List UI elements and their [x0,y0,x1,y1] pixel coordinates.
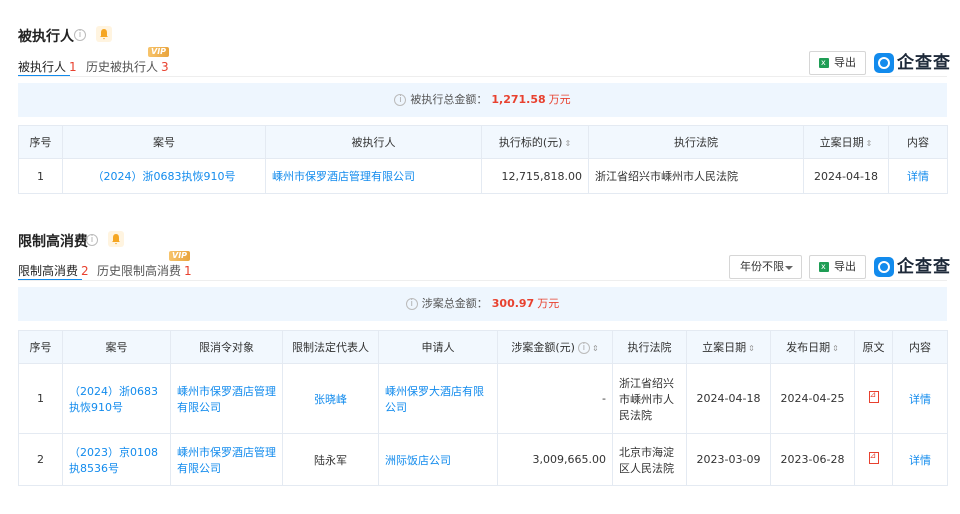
filed-date-cell: 2024-04-18 [686,363,771,434]
legal-rep-link[interactable]: 张晓峰 [282,363,379,434]
pdf-icon[interactable] [868,451,879,464]
amount-cell: - [497,363,613,434]
amount-cell: 3,009,665.00 [497,433,613,486]
detail-link[interactable]: 详情 [892,363,948,434]
info-icon[interactable]: i [86,234,98,246]
col-header: 限消令对象 [170,330,283,364]
vip-badge: VIP [169,251,191,261]
original-doc-cell [854,433,893,486]
case-number-link[interactable]: （2024）浙0683执恢910号 [62,363,171,434]
col-header: 案号 [62,330,171,364]
detail-link[interactable]: 详情 [892,433,948,486]
col-header: 限制法定代表人 [282,330,379,364]
applicant-link[interactable]: 洲际饭店公司 [378,433,498,486]
original-doc-cell [854,363,893,434]
export-button[interactable]: 导出 [809,255,866,279]
col-header: 序号 [18,330,63,364]
published-date-cell: 2024-04-25 [770,363,855,434]
case-number-link[interactable]: （2023）京0108执8536号 [62,433,171,486]
table-row: 1 （2024）浙0683执恢910号 嵊州市保罗酒店管理有限公司 张晓峰 嵊州… [18,363,948,434]
col-header-sortable[interactable]: 发布日期 ⇕ [770,330,855,364]
col-header: 执行法院 [612,330,687,364]
year-filter-dropdown[interactable]: 年份不限 [729,255,802,279]
consumption-restriction-table: 序号 案号 限消令对象 限制法定代表人 申请人 涉案金额(元) i ⇕ 执行法院 立… [18,330,948,486]
sort-icon: ⇕ [832,344,839,353]
col-header: 申请人 [378,330,498,364]
published-date-cell: 2023-06-28 [770,433,855,486]
tab-history-consumption-restriction[interactable]: 历史限制高消费 1 [97,262,192,279]
court-cell: 浙江省绍兴市嵊州市人民法院 [612,363,687,434]
applicant-link[interactable]: 嵊州保罗大酒店有限公司 [378,363,498,434]
col-header: 内容 [892,330,948,364]
tab-bar: 限制高消费 2 历史限制高消费 1 VIP [18,251,947,282]
caret-down-icon [785,266,793,270]
info-icon: i [405,298,418,310]
sort-icon: ⇕ [591,344,599,353]
section-title: 限制高消费 [18,234,88,250]
row-number: 2 [18,433,63,486]
table-header-row: 序号 案号 限消令对象 限制法定代表人 申请人 涉案金额(元) i ⇕ 执行法院 立… [18,330,948,364]
qcc-brand: 企查查 [874,256,950,278]
info-icon: i [577,342,590,354]
tab-consumption-restriction[interactable]: 限制高消费 2 [18,262,89,279]
table-row: 2 （2023）京0108执8536号 嵊州市保罗酒店管理有限公司 陆永军 洲际… [18,433,948,486]
col-header-sortable[interactable]: 涉案金额(元) i ⇕ [497,330,613,364]
sort-icon: ⇕ [748,344,755,353]
excel-icon [819,256,829,278]
row-number: 1 [18,363,63,434]
divider [18,280,947,281]
total-amount-bar: i 涉案总金额： 300.97 万元 [18,287,947,321]
col-header: 原文 [854,330,893,364]
court-cell: 北京市海淀区人民法院 [612,433,687,486]
legal-rep-cell: 陆永军 [282,433,379,486]
filed-date-cell: 2023-03-09 [686,433,771,486]
col-header-sortable[interactable]: 立案日期 ⇕ [686,330,771,364]
bell-icon[interactable] [108,231,124,247]
pdf-icon[interactable] [868,390,879,403]
restricted-party-link[interactable]: 嵊州市保罗酒店管理有限公司 [170,433,283,486]
restricted-party-link[interactable]: 嵊州市保罗酒店管理有限公司 [170,363,283,434]
qcc-logo-icon [874,257,894,277]
section-consumption-restriction: 限制高消费 i 限制高消费2 历史限制高消费1 VIP 年份不限 导出 企查查 … [18,0,950,514]
